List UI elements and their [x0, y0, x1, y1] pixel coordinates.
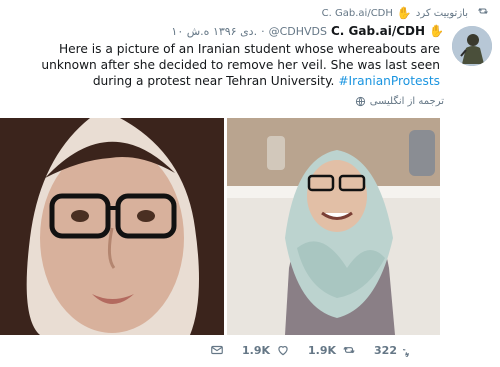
retweet-icon: [478, 8, 488, 14]
tweet-actions: 1.9K 1.9K 322: [210, 343, 417, 357]
tweet: بازتوییت کرد ✋ C. Gab.ai/CDH ۱۰ دی ۱۳۹۶ …: [0, 0, 500, 367]
retweet-context[interactable]: بازتوییت کرد ✋ C. Gab.ai/CDH: [322, 6, 468, 20]
separator-dot: ·: [261, 24, 265, 38]
translate-label: ترجمه از انگلیسی: [369, 96, 444, 107]
translate-tweet[interactable]: ترجمه از انگلیسی: [355, 96, 444, 107]
raised-hand-icon: ✋: [396, 6, 412, 20]
retweeter-name[interactable]: C. Gab.ai/CDH: [322, 8, 393, 19]
retweet-label: بازتوییت کرد: [415, 7, 468, 19]
timestamp[interactable]: ۱۰ دی ۱۳۹۶ ه.ش.: [171, 25, 257, 38]
globe-icon: [355, 96, 365, 107]
reply-button[interactable]: 322: [374, 343, 417, 357]
author-name[interactable]: C. Gab.ai/CDH: [331, 24, 425, 38]
reply-icon: [403, 349, 409, 357]
retweet-button[interactable]: 1.9K: [308, 343, 356, 357]
heart-icon: [278, 346, 288, 356]
tweet-media[interactable]: [0, 118, 440, 335]
retweet-count: 1.9K: [308, 343, 337, 357]
reply-count: 322: [374, 343, 397, 357]
like-button[interactable]: 1.9K: [242, 343, 290, 357]
retweet-icon: [343, 346, 355, 354]
avatar[interactable]: [452, 26, 492, 66]
photo-woman-hijab[interactable]: [227, 118, 440, 335]
hashtag-link[interactable]: #IranianProtests: [338, 74, 440, 88]
tweet-header: ۱۰ دی ۱۳۹۶ ه.ش. · @CDHVDS C. Gab.ai/CDH …: [171, 24, 444, 38]
tweet-text: Here is a picture of an Iranian student …: [12, 41, 440, 89]
dm-button[interactable]: [210, 343, 224, 357]
author-handle[interactable]: @CDHVDS: [269, 25, 327, 38]
photo-woman-glasses[interactable]: [0, 118, 224, 335]
raised-hand-icon: ✋: [429, 24, 444, 38]
mail-icon: [211, 345, 223, 355]
like-count: 1.9K: [242, 343, 271, 357]
